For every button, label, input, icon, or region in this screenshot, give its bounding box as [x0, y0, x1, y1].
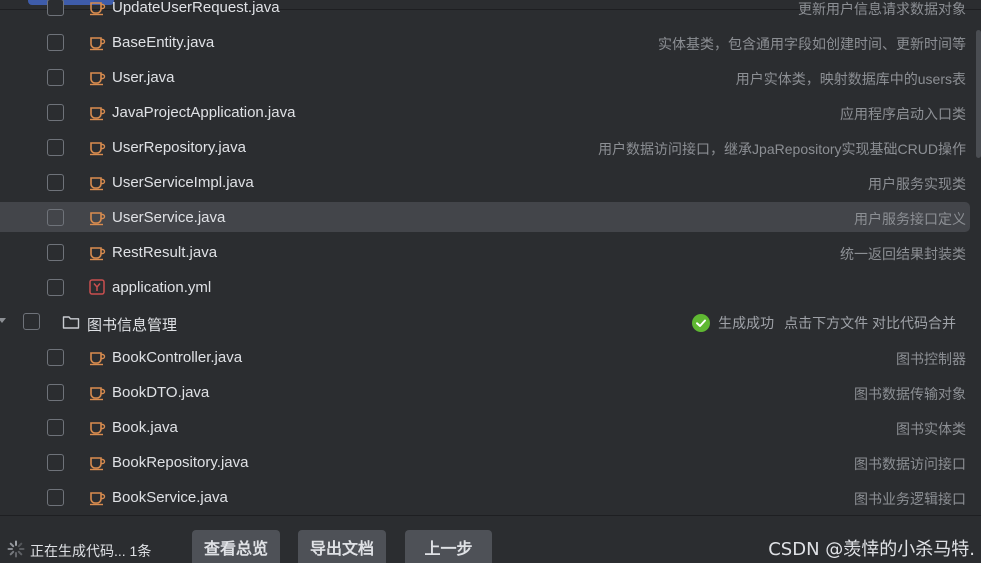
file-row[interactable]: JavaProjectApplication.java 应用程序启动入口类 [0, 97, 970, 127]
file-description: 用户实体类，映射数据库中的users表 [735, 71, 966, 87]
loading-spinner-icon [7, 540, 25, 558]
footer-bar: 正在生成代码... 1条 查看总览 导出文档 上一步 CSDN @羡悻的小杀马特… [0, 515, 981, 563]
generation-status: 正在生成代码... 1条 [30, 543, 152, 559]
file-row[interactable]: BookController.java 图书控制器 [0, 342, 970, 372]
folder-status: 生成成功 点击下方文件 对比代码合并 [692, 313, 956, 333]
java-file-icon [88, 488, 106, 506]
file-checkbox[interactable] [47, 279, 64, 296]
file-description: 图书业务逻辑接口 [854, 491, 966, 507]
file-name: BookService.java [112, 489, 228, 506]
file-description: 用户数据访问接口，继承JpaRepository实现基础CRUD操作 [598, 141, 966, 157]
file-row[interactable]: BookService.java 图书业务逻辑接口 [0, 482, 970, 512]
file-checkbox[interactable] [47, 139, 64, 156]
code-generation-panel: UpdateUserRequest.java 更新用户信息请求数据对象 BaseE… [0, 0, 981, 563]
file-checkbox[interactable] [47, 419, 64, 436]
file-row[interactable]: UserServiceImpl.java 用户服务实现类 [0, 167, 970, 197]
file-row[interactable]: BookDTO.java 图书数据传输对象 [0, 377, 970, 407]
check-circle-icon [692, 314, 711, 332]
file-name: RestResult.java [112, 244, 218, 261]
file-checkbox[interactable] [47, 174, 64, 191]
file-checkbox[interactable] [47, 34, 64, 51]
status-hint-text: 点击下方文件 对比代码合并 [784, 315, 956, 331]
java-file-icon [88, 383, 106, 401]
file-name: JavaProjectApplication.java [112, 104, 296, 121]
file-row[interactable]: UserRepository.java 用户数据访问接口，继承JpaReposit… [0, 132, 970, 162]
java-file-icon [88, 0, 106, 16]
file-row[interactable]: User.java 用户实体类，映射数据库中的users表 [0, 62, 970, 92]
chevron-down-icon[interactable] [0, 318, 6, 323]
file-description: 统一返回结果封装类 [840, 246, 966, 262]
java-file-icon [88, 453, 106, 471]
file-name: User.java [112, 69, 175, 86]
java-file-icon [88, 418, 106, 436]
file-name: UserService.java [112, 209, 226, 226]
file-checkbox[interactable] [47, 349, 64, 366]
java-file-icon [88, 173, 106, 191]
folder-row[interactable]: 图书信息管理 生成成功 点击下方文件 对比代码合并 [0, 307, 970, 337]
file-name: UserServiceImpl.java [112, 174, 254, 191]
java-file-icon [88, 33, 106, 51]
file-description: 图书数据传输对象 [854, 386, 966, 402]
file-description: 图书数据访问接口 [854, 456, 966, 472]
java-file-icon [88, 348, 106, 366]
java-file-icon [88, 208, 106, 226]
file-checkbox[interactable] [47, 454, 64, 471]
file-name: BookDTO.java [112, 384, 210, 401]
watermark: CSDN @羡悻的小杀马特. [768, 539, 975, 560]
file-name: UpdateUserRequest.java [112, 0, 280, 16]
file-row[interactable]: application.yml [0, 272, 970, 302]
file-name: BookRepository.java [112, 454, 249, 471]
file-checkbox[interactable] [47, 104, 64, 121]
view-overview-button[interactable]: 查看总览 [192, 530, 280, 563]
file-row[interactable]: UserService.java 用户服务接口定义 [0, 202, 970, 232]
file-name: BaseEntity.java [112, 34, 215, 51]
java-file-icon [88, 68, 106, 86]
file-name: UserRepository.java [112, 139, 246, 156]
file-row[interactable]: UpdateUserRequest.java 更新用户信息请求数据对象 [0, 0, 970, 22]
java-file-icon [88, 243, 106, 261]
file-description: 图书实体类 [896, 421, 966, 437]
file-name: BookController.java [112, 349, 243, 366]
file-description: 应用程序启动入口类 [840, 106, 966, 122]
file-checkbox[interactable] [47, 209, 64, 226]
file-description: 图书控制器 [896, 351, 966, 367]
yaml-file-icon [88, 278, 106, 296]
file-checkbox[interactable] [47, 489, 64, 506]
file-checkbox[interactable] [47, 69, 64, 86]
file-description: 用户服务接口定义 [854, 211, 966, 227]
file-name: Book.java [112, 419, 178, 436]
file-row[interactable]: BookRepository.java 图书数据访问接口 [0, 447, 970, 477]
java-file-icon [88, 103, 106, 121]
folder-icon [62, 316, 80, 329]
status-success-text: 生成成功 [718, 315, 775, 331]
file-checkbox[interactable] [47, 384, 64, 401]
export-document-button[interactable]: 导出文档 [298, 530, 386, 563]
previous-step-button[interactable]: 上一步 [405, 530, 492, 563]
file-row[interactable]: Book.java 图书实体类 [0, 412, 970, 442]
file-description: 用户服务实现类 [868, 176, 966, 192]
file-list: UpdateUserRequest.java 更新用户信息请求数据对象 BaseE… [0, 0, 981, 515]
file-description: 实体基类，包含通用字段如创建时间、更新时间等 [658, 36, 966, 52]
file-description: 更新用户信息请求数据对象 [798, 1, 966, 17]
java-file-icon [88, 138, 106, 156]
scrollbar[interactable] [976, 30, 981, 158]
file-checkbox[interactable] [47, 0, 64, 16]
file-row[interactable]: BaseEntity.java 实体基类，包含通用字段如创建时间、更新时间等 [0, 27, 970, 57]
folder-checkbox[interactable] [23, 313, 40, 330]
file-name: application.yml [112, 279, 212, 296]
file-checkbox[interactable] [47, 244, 64, 261]
folder-name: 图书信息管理 [87, 317, 178, 334]
file-row[interactable]: RestResult.java 统一返回结果封装类 [0, 237, 970, 267]
